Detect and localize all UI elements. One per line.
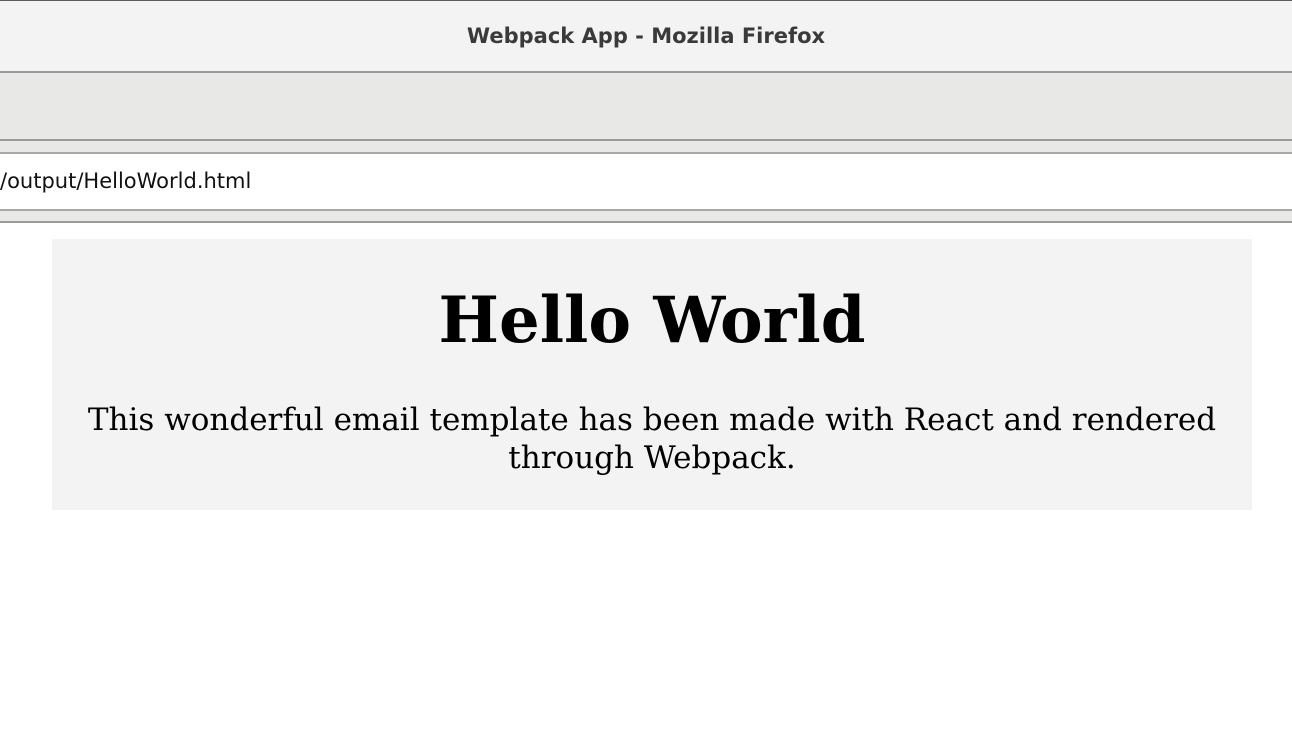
url-bar[interactable]: /output/HelloWorld.html [0,152,1292,211]
page-body-text: This wonderful email template has been m… [87,402,1217,476]
tab-strip[interactable] [0,73,1292,141]
page-heading: Hello World [438,283,866,358]
browser-window: Webpack App - Mozilla Firefox /output/He… [0,0,1292,746]
page-content: Hello World This wonderful email templat… [0,223,1292,746]
navigation-toolbar: /output/HelloWorld.html [0,141,1292,223]
title-bar[interactable]: Webpack App - Mozilla Firefox [0,0,1292,73]
window-title: Webpack App - Mozilla Firefox [466,23,826,48]
email-template-box: Hello World This wonderful email templat… [52,239,1252,510]
url-text[interactable]: /output/HelloWorld.html [0,169,251,193]
